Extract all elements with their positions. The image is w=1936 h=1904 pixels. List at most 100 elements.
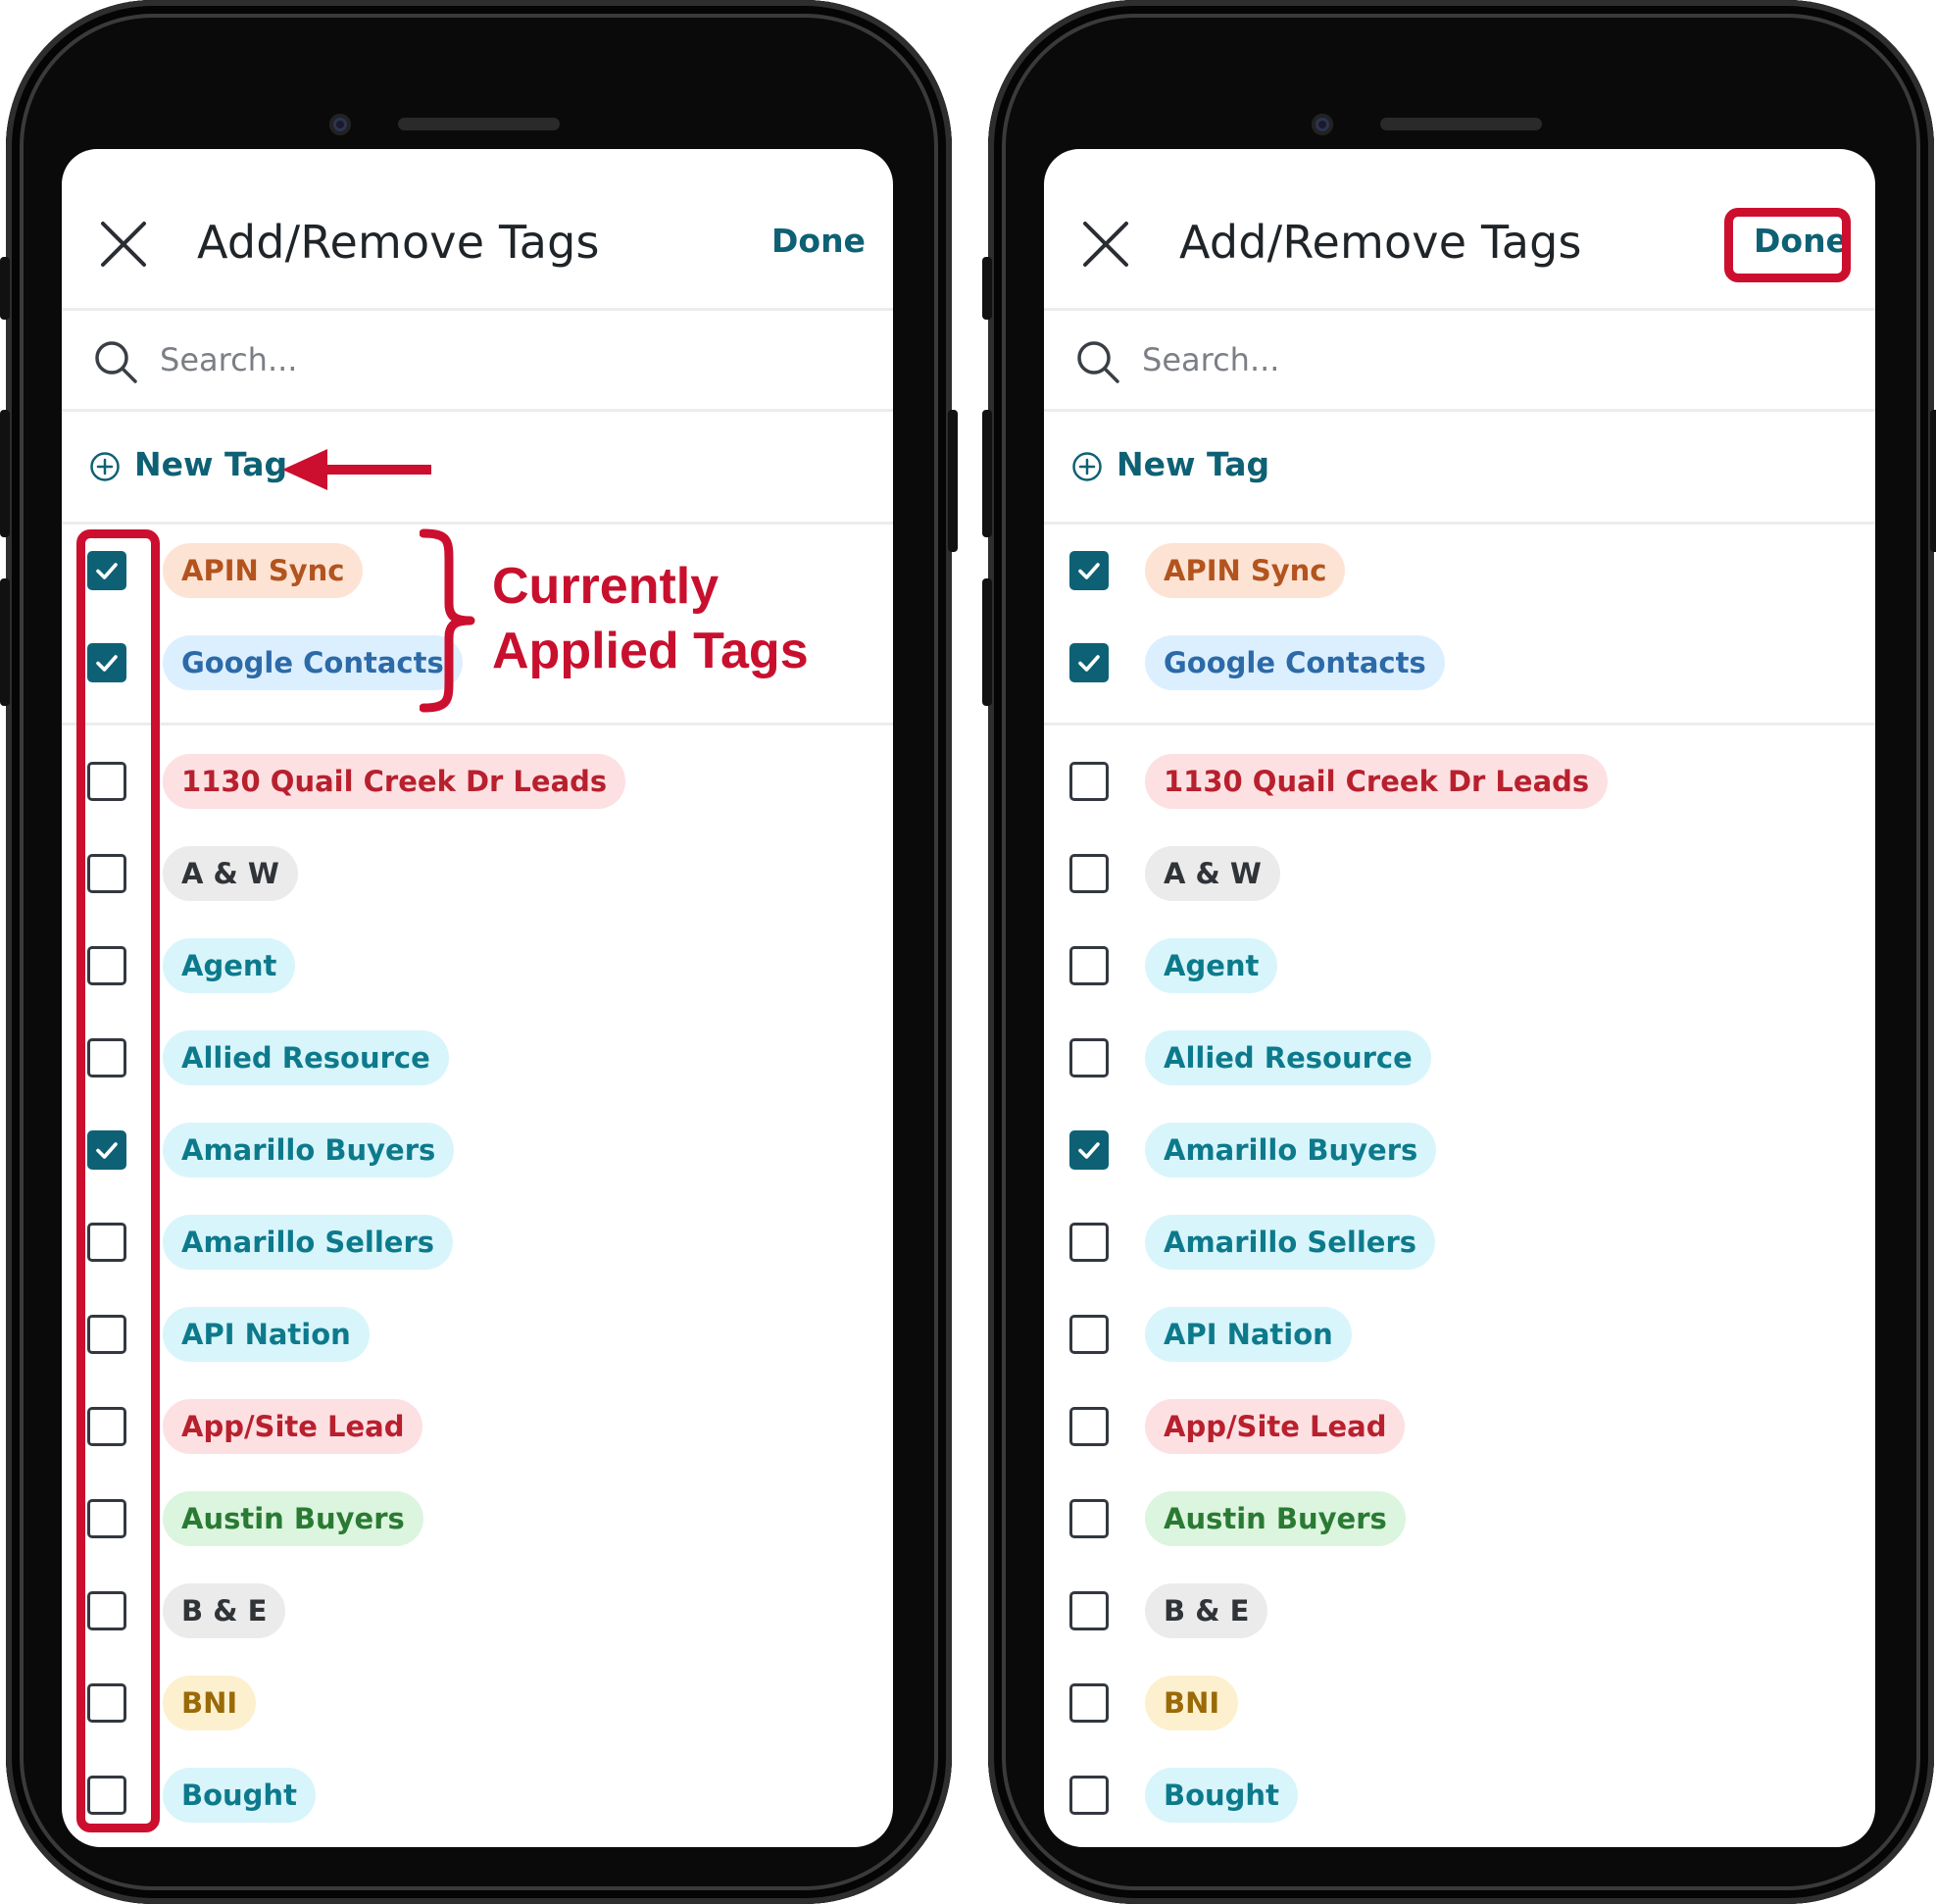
tag-checkbox[interactable] <box>1069 762 1109 801</box>
tag-checkbox[interactable] <box>1069 1776 1109 1815</box>
tag-pill: A & W <box>1145 846 1280 901</box>
tag-row[interactable]: Austin Buyers <box>1044 1473 1875 1565</box>
tag-row[interactable]: App/Site Lead <box>62 1380 893 1473</box>
check-icon <box>1078 1142 1100 1159</box>
list-divider <box>1044 723 1875 726</box>
done-button-highlight <box>1724 208 1851 282</box>
list-divider <box>62 723 893 726</box>
front-camera <box>329 114 351 135</box>
tag-list: APIN Sync Google Contacts 1130 Quail Cree… <box>62 525 893 1841</box>
tag-row[interactable]: App/Site Lead <box>1044 1380 1875 1473</box>
tag-row[interactable]: Amarillo Buyers <box>62 1104 893 1196</box>
tag-checkbox[interactable] <box>1069 1683 1109 1723</box>
tag-row[interactable]: Amarillo Buyers <box>1044 1104 1875 1196</box>
checkbox-column-highlight <box>76 529 160 1832</box>
tag-row[interactable]: BNI <box>62 1657 893 1749</box>
tag-pill: App/Site Lead <box>163 1399 423 1454</box>
done-button[interactable]: Done <box>771 222 866 260</box>
tag-checkbox[interactable] <box>1069 551 1109 590</box>
earpiece-speaker <box>1380 118 1542 130</box>
tag-pill: Amarillo Buyers <box>163 1123 455 1177</box>
tag-row[interactable]: A & W <box>62 827 893 920</box>
tag-pill: Amarillo Sellers <box>163 1215 454 1270</box>
check-icon <box>1078 563 1100 579</box>
available-tag-group: 1130 Quail Creek Dr Leads A & W Agent Allie… <box>62 735 893 1841</box>
plus-circle-icon <box>90 452 120 481</box>
available-tag-group: 1130 Quail Creek Dr Leads A & W Agent Allie… <box>1044 735 1875 1841</box>
tag-row[interactable]: B & E <box>1044 1565 1875 1657</box>
tag-row[interactable]: Austin Buyers <box>62 1473 893 1565</box>
tag-row[interactable]: API Nation <box>62 1288 893 1380</box>
tags-modal: Add/Remove Tags Done New Tag APIN Sync Go… <box>62 149 893 1847</box>
tags-modal: Add/Remove Tags Done New Tag APIN SyncGo… <box>1044 149 1875 1847</box>
tag-row[interactable]: Agent <box>1044 920 1875 1012</box>
applied-tags-annotation: Currently Applied Tags <box>492 554 809 683</box>
search-input[interactable] <box>1142 334 1730 385</box>
front-camera <box>1312 114 1333 135</box>
tag-row[interactable]: 1130 Quail Creek Dr Leads <box>62 735 893 827</box>
tag-row[interactable]: Allied Resource <box>62 1012 893 1104</box>
tag-checkbox[interactable] <box>1069 854 1109 893</box>
tag-checkbox[interactable] <box>1069 1591 1109 1630</box>
tag-row[interactable]: Google Contacts <box>1044 617 1875 709</box>
tag-pill: APIN Sync <box>163 543 364 598</box>
volume-up-button <box>982 410 992 537</box>
tag-pill: Google Contacts <box>163 635 463 690</box>
plus-circle-icon <box>1072 452 1102 481</box>
new-tag-label: New Tag <box>1117 445 1270 483</box>
tag-pill: App/Site Lead <box>1145 1399 1406 1454</box>
phone-frame-right: Add/Remove Tags Done New Tag APIN SyncGo… <box>982 0 1936 1904</box>
tag-pill: Amarillo Sellers <box>1145 1215 1436 1270</box>
tag-checkbox[interactable] <box>1069 946 1109 985</box>
tag-row[interactable]: BNI <box>1044 1657 1875 1749</box>
tag-row[interactable]: A & W <box>1044 827 1875 920</box>
tag-row[interactable]: B & E <box>62 1565 893 1657</box>
check-icon <box>1078 655 1100 672</box>
tag-pill: APIN Sync <box>1145 543 1346 598</box>
tag-row[interactable]: Amarillo Sellers <box>62 1196 893 1288</box>
tag-checkbox[interactable] <box>1069 1407 1109 1446</box>
search-icon <box>1077 341 1119 383</box>
tag-checkbox[interactable] <box>1069 1315 1109 1354</box>
tag-pill: Allied Resource <box>163 1030 449 1085</box>
search-bar <box>1044 311 1875 412</box>
tag-checkbox[interactable] <box>1069 1223 1109 1262</box>
mute-switch <box>0 257 10 320</box>
tag-row[interactable]: APIN Sync <box>1044 525 1875 617</box>
page-title: Add/Remove Tags <box>1179 216 1582 269</box>
tag-row[interactable]: Bought <box>1044 1749 1875 1841</box>
tag-row[interactable]: Amarillo Sellers <box>1044 1196 1875 1288</box>
close-button[interactable] <box>99 220 148 269</box>
tag-pill: B & E <box>163 1583 286 1638</box>
tag-checkbox[interactable] <box>1069 1038 1109 1077</box>
tag-row[interactable]: Agent <box>62 920 893 1012</box>
tag-pill: BNI <box>1145 1676 1239 1730</box>
tag-checkbox[interactable] <box>1069 1130 1109 1170</box>
tag-row[interactable]: Bought <box>62 1749 893 1841</box>
arrow-annotation <box>282 449 431 490</box>
search-bar <box>62 311 893 412</box>
tag-checkbox[interactable] <box>1069 643 1109 682</box>
tag-pill: Bought <box>1145 1768 1298 1823</box>
tag-pill: Bought <box>163 1768 316 1823</box>
tag-checkbox[interactable] <box>1069 1499 1109 1538</box>
tag-row[interactable]: API Nation <box>1044 1288 1875 1380</box>
tag-pill: Austin Buyers <box>163 1491 423 1546</box>
search-icon <box>95 341 137 383</box>
tag-pill: A & W <box>163 846 298 901</box>
close-button[interactable] <box>1081 220 1130 269</box>
tag-list: APIN Sync Google Contacts 1130 Quail Cree… <box>1044 525 1875 1841</box>
page-title: Add/Remove Tags <box>197 216 600 269</box>
new-tag-button[interactable]: New Tag <box>1044 412 1875 525</box>
new-tag-label: New Tag <box>134 445 288 483</box>
search-input[interactable] <box>160 334 748 385</box>
volume-down-button <box>0 578 10 706</box>
tag-row[interactable]: Allied Resource <box>1044 1012 1875 1104</box>
new-tag-button[interactable]: New Tag <box>62 412 893 525</box>
tag-pill: API Nation <box>1145 1307 1352 1362</box>
annotation-line-1: Currently <box>492 558 720 615</box>
tag-row[interactable]: 1130 Quail Creek Dr Leads <box>1044 735 1875 827</box>
modal-header: Add/Remove Tags Done <box>62 149 893 311</box>
tag-pill: B & E <box>1145 1583 1268 1638</box>
tag-pill: Amarillo Buyers <box>1145 1123 1437 1177</box>
